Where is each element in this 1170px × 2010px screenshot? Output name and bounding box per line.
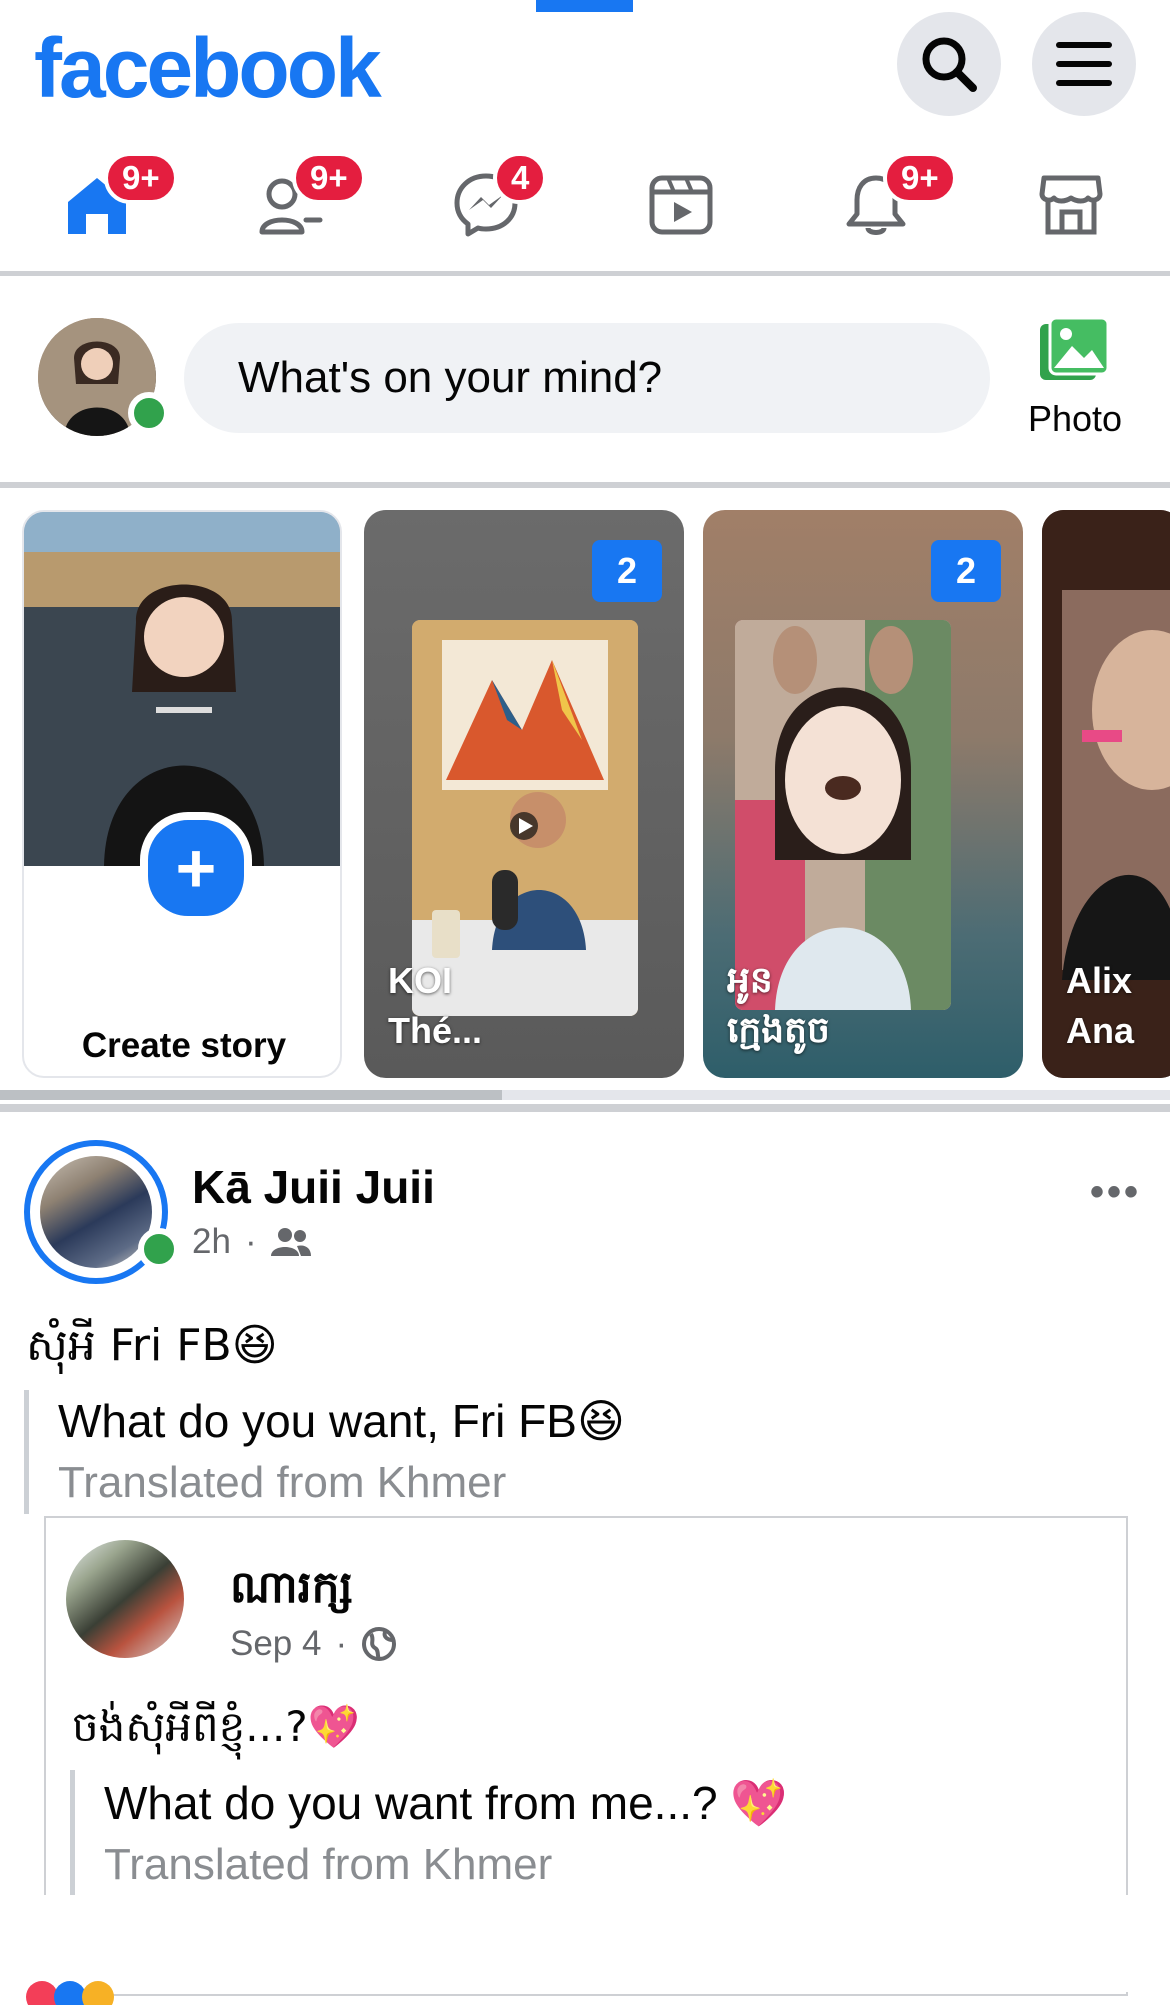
story-name: Alix Ana — [1066, 956, 1134, 1056]
story-name-line1: Alix — [1066, 960, 1133, 1001]
store-icon — [1039, 175, 1103, 235]
translation-quote-bar — [70, 1770, 75, 1910]
shared-post-time[interactable]: Sep 4 — [230, 1624, 321, 1664]
story-name-line1: KOI — [388, 960, 453, 1001]
create-story-plus-icon[interactable]: + — [140, 812, 252, 924]
story-card-alix[interactable]: Alix Ana — [1042, 510, 1170, 1078]
story-name-line2: ក្មេងតូច — [727, 1010, 830, 1051]
tab-watch[interactable] — [620, 150, 740, 260]
header-divider — [0, 271, 1170, 276]
create-story-label: Create story — [81, 1026, 287, 1065]
post-meta: 2h · — [192, 1222, 311, 1262]
tab-home[interactable]: 9+ — [36, 150, 178, 260]
reactions-summary[interactable] — [24, 1975, 144, 2010]
photo-label[interactable]: Photo — [1020, 398, 1130, 440]
post-translation: What do you want, Fri FB😆 — [58, 1395, 625, 1447]
story-name-line1: អូន — [727, 960, 773, 1001]
translation-quote-bar — [24, 1390, 29, 1514]
card-bottom-edge — [0, 1895, 1170, 1992]
video-icon — [649, 175, 713, 235]
menu-button[interactable] — [1032, 12, 1136, 116]
online-indicator — [138, 1228, 180, 1270]
messenger-badge: 4 — [493, 152, 548, 204]
stories-scrollbar[interactable] — [0, 1090, 502, 1100]
active-tab-indicator — [536, 0, 633, 12]
story-name: អូន ក្មេងតូច — [727, 956, 830, 1056]
translated-from-label[interactable]: Translated from Khmer — [104, 1840, 552, 1890]
story-card-koi[interactable]: 2 KOI Thé... — [364, 510, 684, 1078]
shared-author-name[interactable]: ណារក្ស — [230, 1560, 353, 1624]
reaction-icons — [26, 1981, 114, 2010]
story-photo-thumbnail — [735, 620, 951, 1010]
home-badge: 9+ — [104, 152, 178, 204]
shared-author-avatar[interactable] — [66, 1540, 184, 1658]
search-icon — [922, 37, 977, 92]
shared-post-text: ចង់សុំអីពីខ្ញុំ...?💖 — [72, 1702, 360, 1751]
facebook-logo[interactable]: facebook — [34, 18, 382, 118]
translated-from-label[interactable]: Translated from Khmer — [58, 1458, 506, 1508]
tab-notifications[interactable]: 9+ — [815, 150, 957, 260]
create-story-card[interactable]: + Create story — [22, 510, 342, 1078]
composer-divider — [0, 482, 1170, 488]
friends-badge: 9+ — [292, 152, 366, 204]
story-name: KOI Thé... — [388, 956, 482, 1056]
tab-marketplace[interactable] — [1010, 150, 1130, 260]
meta-dot: · — [244, 1222, 257, 1261]
story-name-line2: Ana — [1066, 1010, 1135, 1051]
whats-on-your-mind-input[interactable]: What's on your mind? — [184, 323, 990, 433]
tab-friends[interactable]: 9+ — [230, 150, 366, 260]
notifications-badge: 9+ — [883, 152, 957, 204]
globe-icon — [362, 1627, 397, 1661]
story-card-kmer[interactable]: 2 អូន ក្មេងតូច — [703, 510, 1023, 1078]
online-indicator — [128, 392, 170, 434]
story-count-badge: 2 — [592, 540, 662, 602]
story-name-line2: Thé... — [388, 1010, 483, 1051]
photo-icon[interactable] — [1036, 314, 1112, 391]
stories-divider — [0, 1104, 1170, 1112]
tab-messenger[interactable]: 4 — [425, 150, 548, 260]
more-options-icon[interactable]: ••• — [1090, 1170, 1141, 1215]
story-count-badge: 2 — [931, 540, 1001, 602]
friends-icon — [270, 1228, 311, 1256]
shared-post-translation: What do you want from me...? 💖 — [104, 1777, 788, 1829]
search-button[interactable] — [897, 12, 1001, 116]
post-time[interactable]: 2h — [192, 1222, 231, 1262]
post-text: សុំអី Fri FB😆 — [26, 1320, 278, 1371]
meta-dot: · — [335, 1624, 348, 1663]
menu-icon — [1056, 42, 1112, 86]
post-author-name[interactable]: Kā Juii Juii — [192, 1160, 435, 1214]
shared-post-meta: Sep 4 · — [230, 1624, 397, 1664]
post-author-avatar[interactable] — [40, 1156, 152, 1268]
